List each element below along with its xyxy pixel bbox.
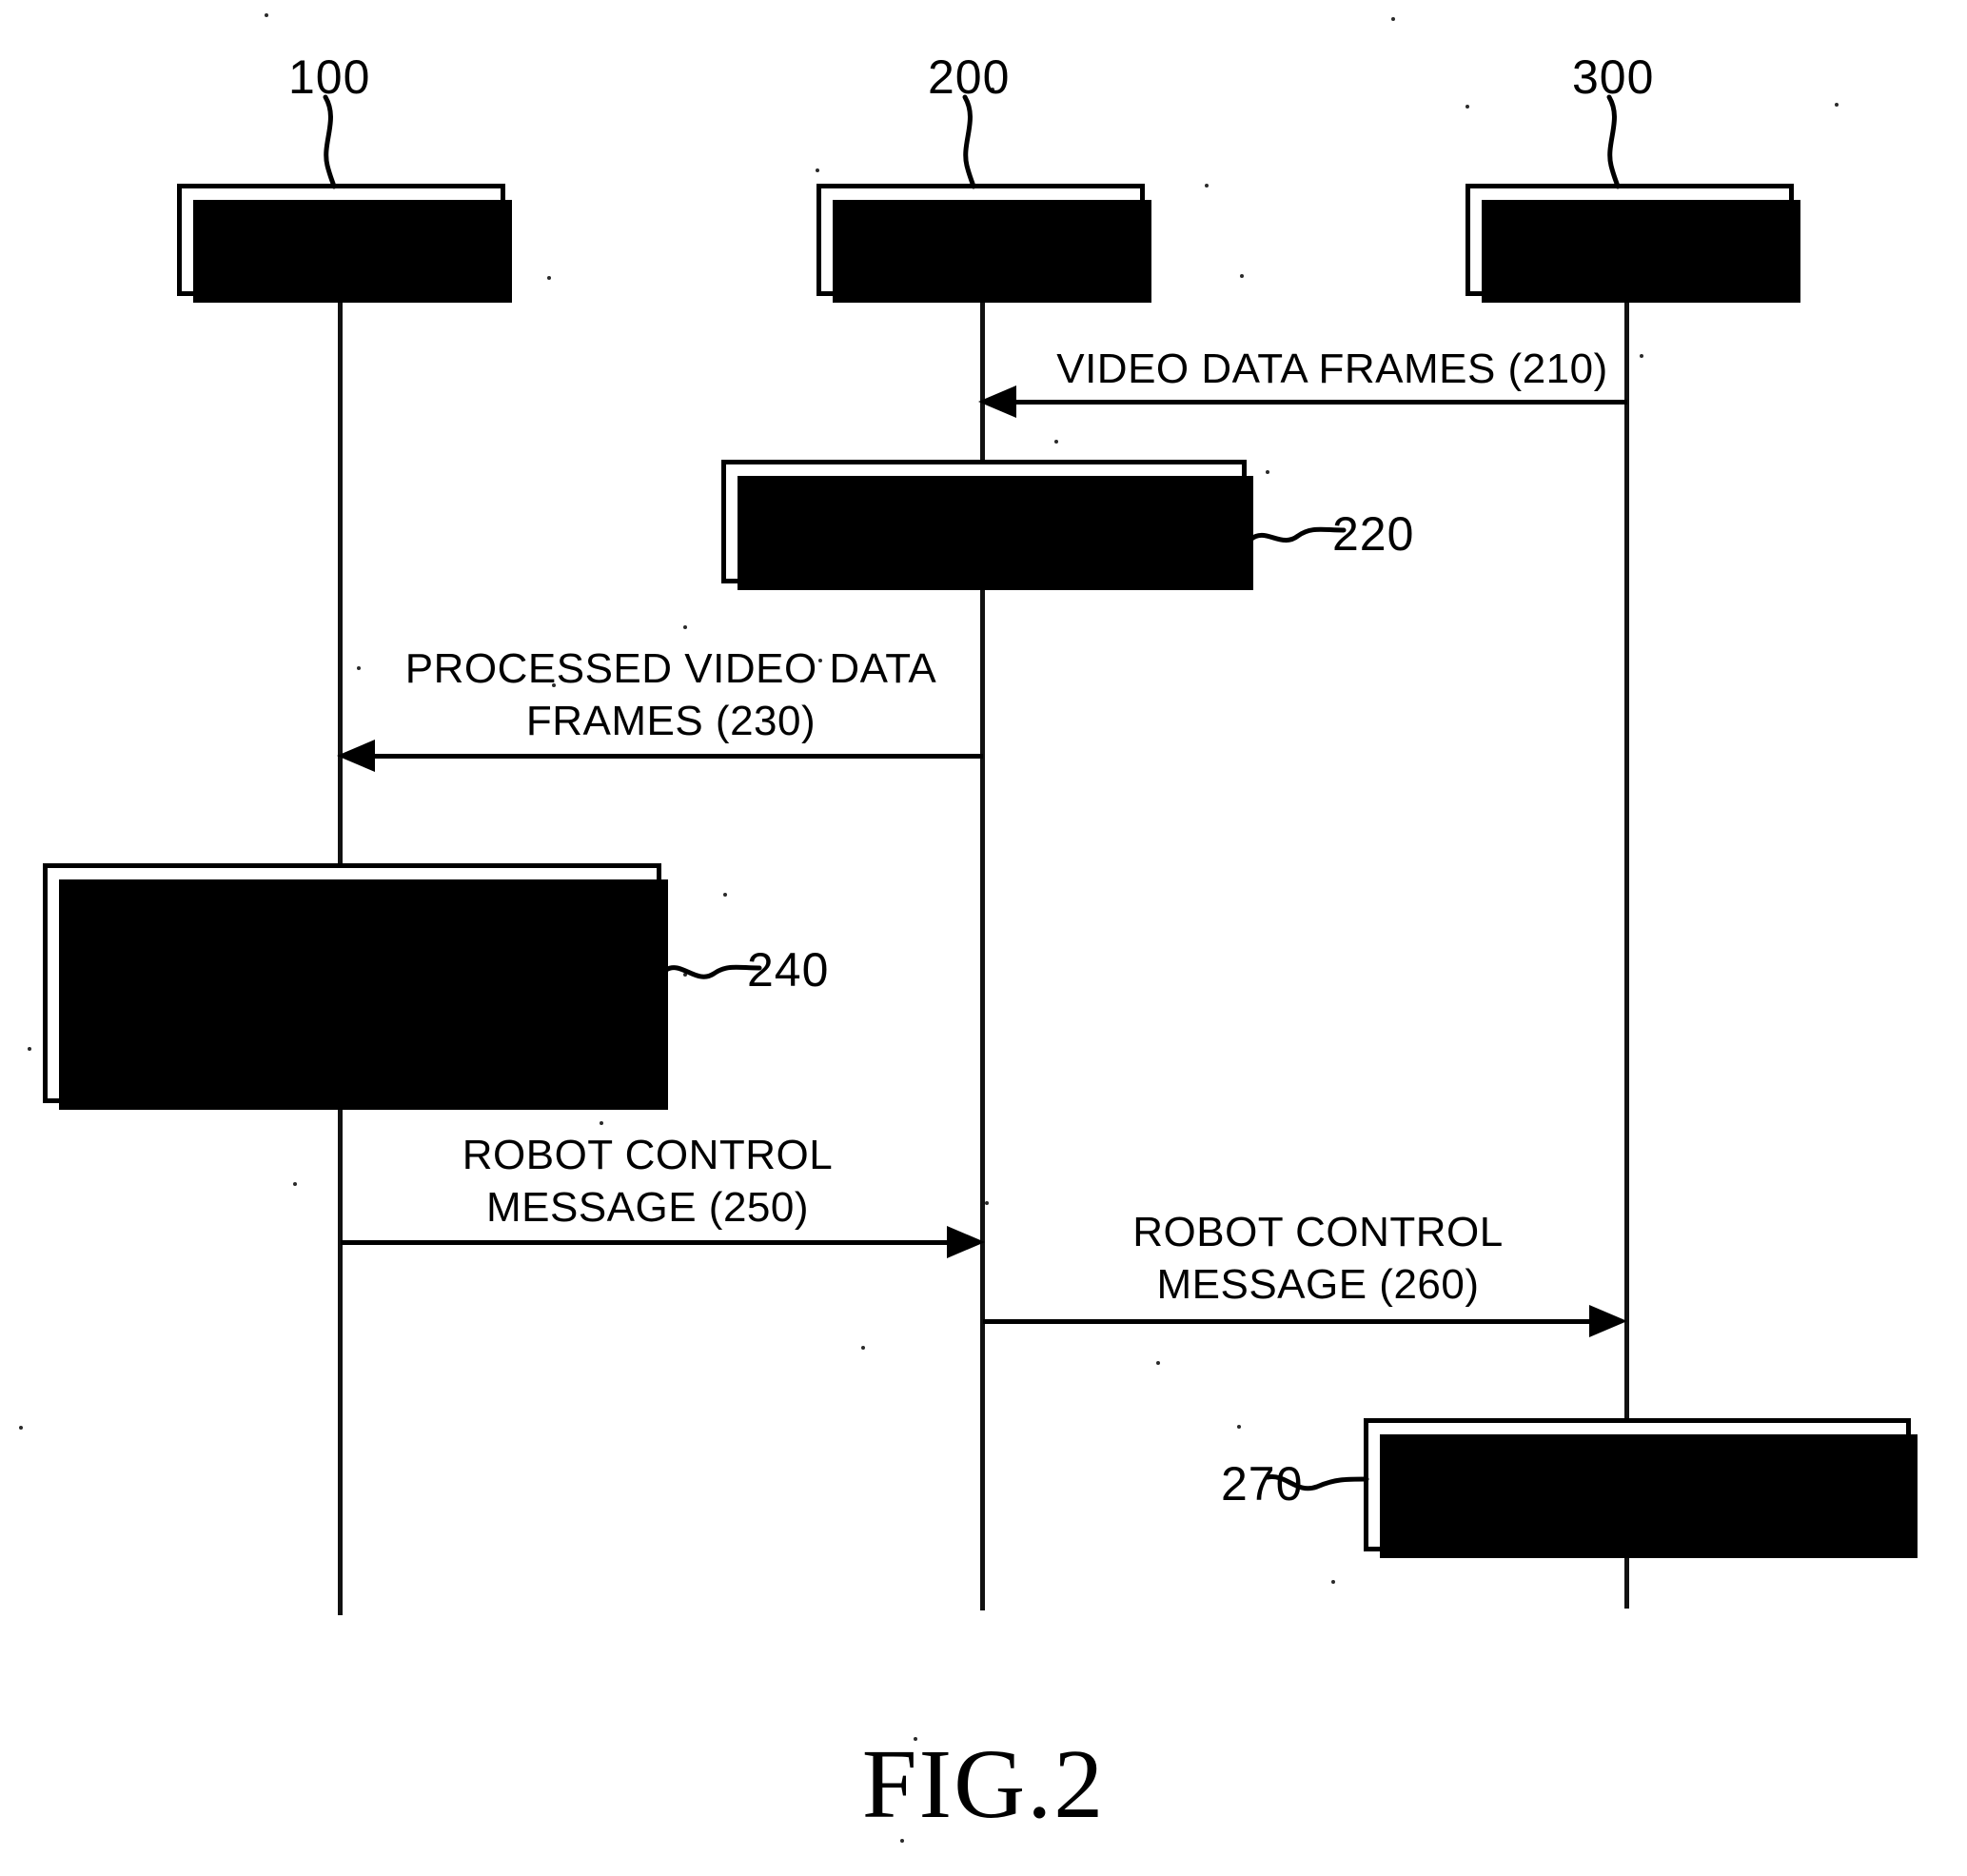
- node-box-urc-server[interactable]: URC SERVER: [816, 184, 1151, 303]
- ref-numeral-240: 240: [747, 943, 830, 997]
- message-line-250: [341, 1240, 954, 1245]
- scan-speck: [265, 13, 268, 17]
- message-line-230: [369, 754, 983, 759]
- action-box-220[interactable]: PROCESS VIDEO DATA FRAMES: [721, 460, 1253, 590]
- scan-speck: [723, 893, 727, 897]
- message-label-230: PROCESSED VIDEO DATA FRAMES (230): [404, 645, 937, 744]
- scan-speck: [1240, 274, 1244, 278]
- scan-speck: [683, 625, 687, 629]
- arrowhead-230: [337, 740, 375, 772]
- message-line-260: [983, 1319, 1597, 1324]
- scan-speck: [1205, 184, 1209, 188]
- arrowhead-250: [947, 1226, 985, 1258]
- message-label-210: VIDEO DATA FRAMES (210): [1056, 346, 1608, 392]
- scan-speck: [914, 1737, 917, 1741]
- scan-speck: [861, 1346, 865, 1350]
- scan-speck: [1156, 1361, 1160, 1365]
- action-label-220: PROCESS VIDEO DATA FRAMES: [807, 473, 1161, 569]
- scan-speck: [985, 1201, 989, 1205]
- node-box-robot[interactable]: ROBOT: [1465, 184, 1800, 303]
- scan-speck: [293, 1182, 297, 1186]
- scan-speck: [28, 1047, 31, 1051]
- message-line-210: [1009, 400, 1627, 405]
- figure-caption: FIG.2: [861, 1729, 1106, 1839]
- patent-figure: CLIENT URC SERVER ROBOT 100 200 300 VIDE…: [0, 0, 1967, 1876]
- scan-speck: [547, 276, 551, 280]
- scan-speck: [1331, 1580, 1335, 1584]
- arrowhead-260: [1589, 1305, 1627, 1337]
- scan-speck: [1465, 105, 1469, 109]
- leader-line-200: [962, 94, 976, 189]
- scan-speck: [1237, 1425, 1241, 1429]
- action-label-240: CHANGE ROBOT CONTROL VELOCITY ACCORDING …: [69, 885, 635, 1080]
- scan-speck: [357, 666, 361, 670]
- action-box-270[interactable]: CHANGE VELOCITY: [1364, 1418, 1918, 1558]
- leader-line-100: [323, 94, 337, 189]
- scan-speck: [1835, 103, 1839, 107]
- node-label-robot: ROBOT: [1550, 214, 1709, 265]
- ref-numeral-220: 220: [1332, 507, 1415, 561]
- node-box-client[interactable]: CLIENT: [177, 184, 512, 303]
- scan-speck: [1266, 470, 1269, 474]
- node-label-client: CLIENT: [262, 214, 421, 265]
- message-label-250: ROBOT CONTROL MESSAGE (250): [462, 1132, 834, 1231]
- arrowhead-210: [978, 385, 1016, 418]
- lifeline-robot: [1624, 295, 1629, 1609]
- scan-speck: [19, 1426, 23, 1430]
- scan-speck: [816, 168, 819, 172]
- action-box-240[interactable]: CHANGE ROBOT CONTROL VELOCITY ACCORDING …: [43, 863, 668, 1110]
- action-label-270: CHANGE VELOCITY: [1434, 1461, 1840, 1509]
- leader-line-300: [1606, 94, 1621, 189]
- scan-speck: [900, 1839, 904, 1843]
- scan-speck: [1391, 17, 1395, 21]
- scan-speck: [600, 1121, 603, 1125]
- scan-speck: [1054, 440, 1058, 444]
- node-label-urc-server: URC SERVER: [835, 214, 1127, 265]
- message-label-260: ROBOT CONTROL MESSAGE (260): [1132, 1209, 1504, 1308]
- ref-numeral-270: 270: [1221, 1457, 1304, 1511]
